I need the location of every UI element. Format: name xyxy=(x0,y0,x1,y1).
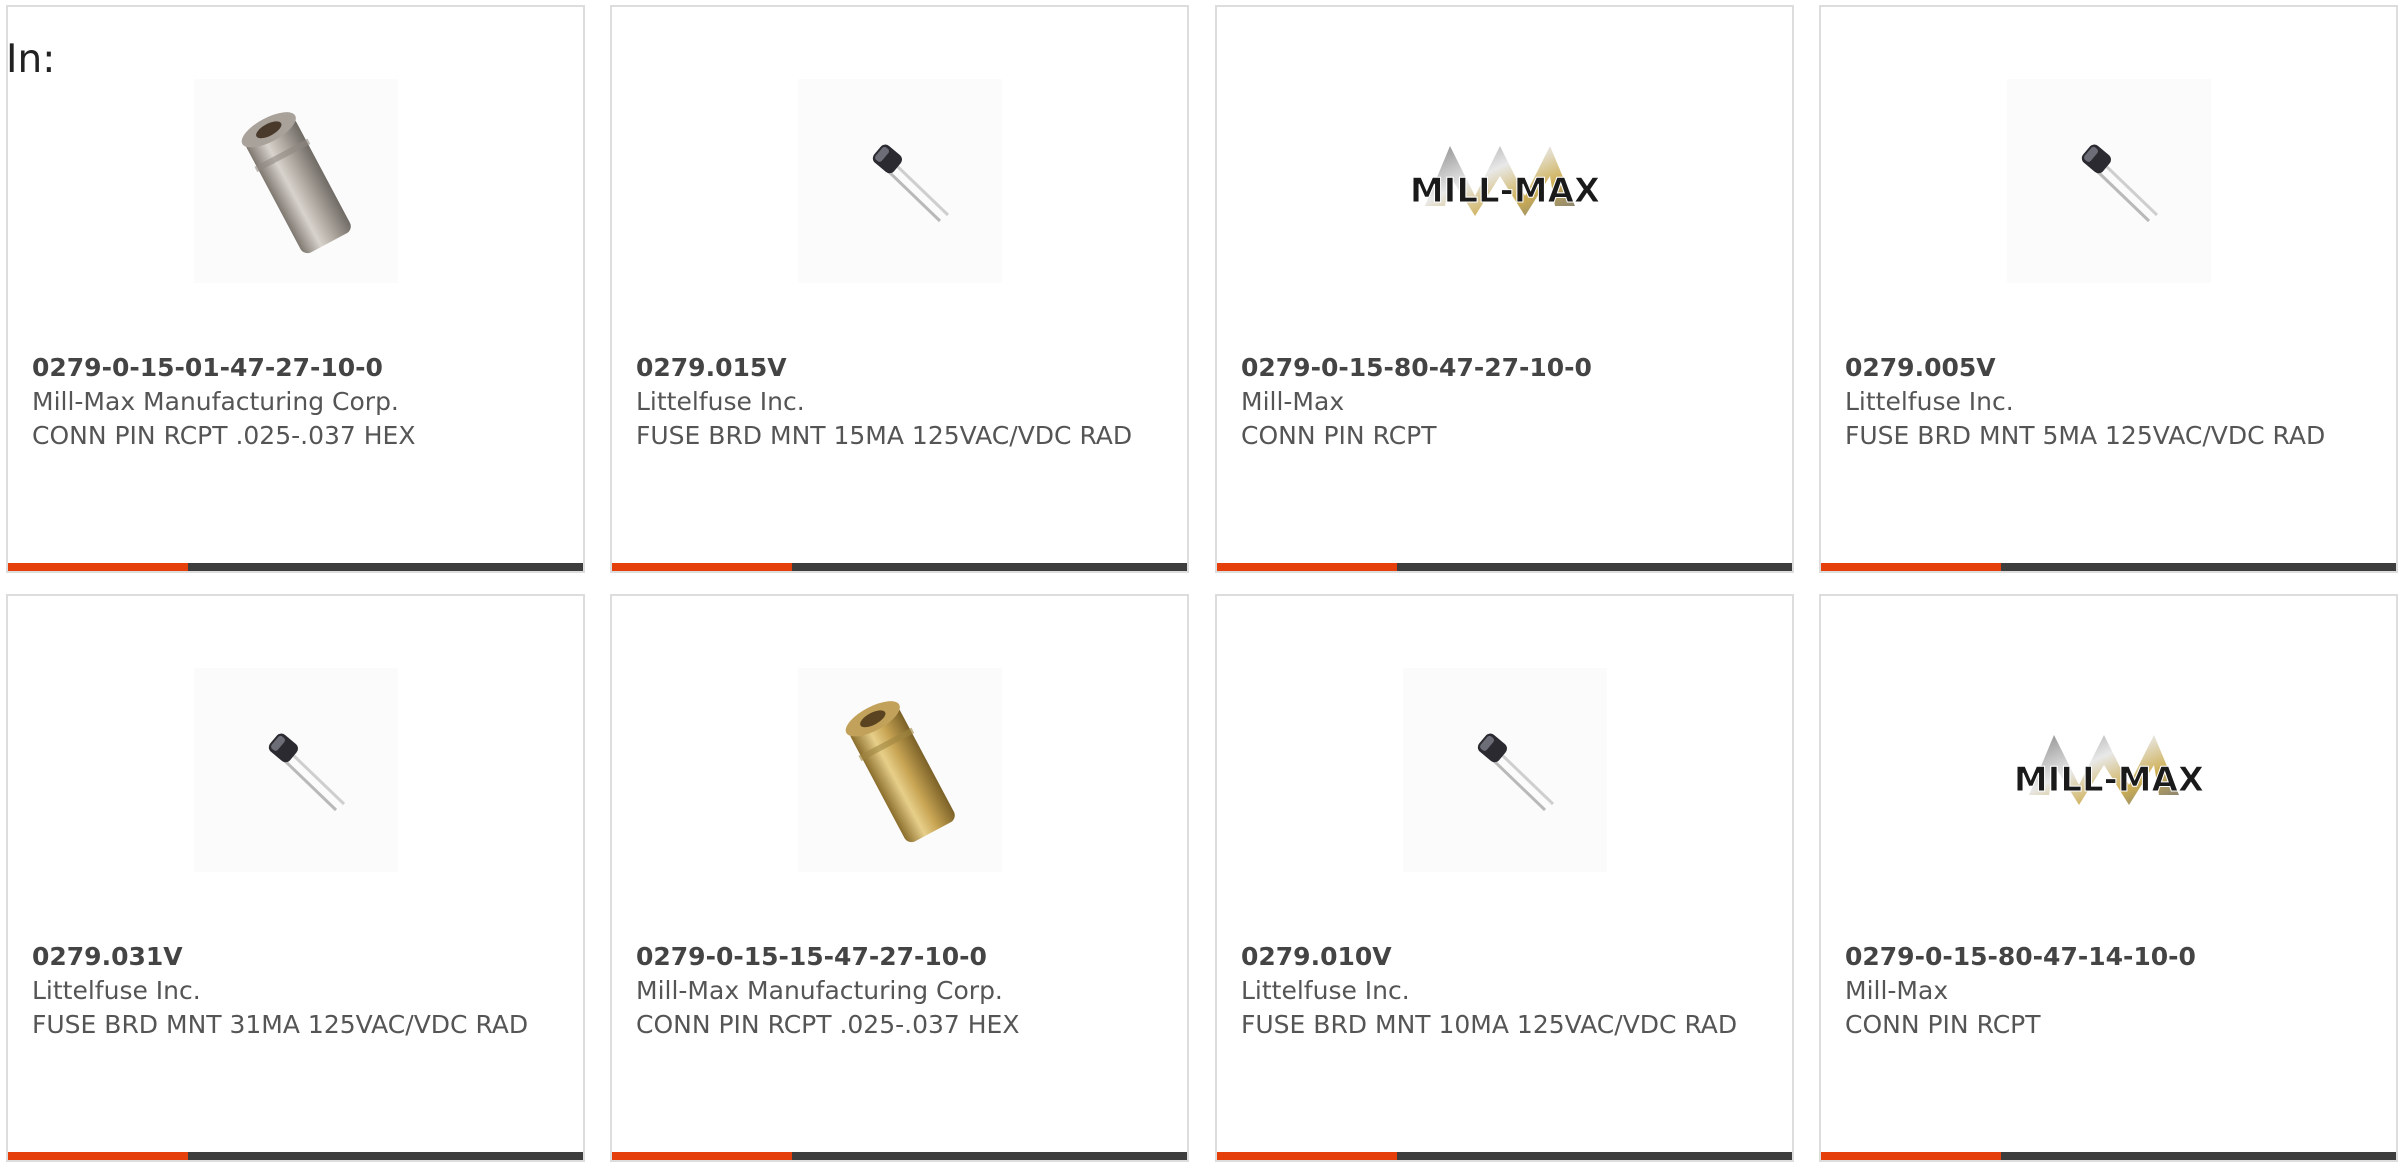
part-number[interactable]: 0279.015V xyxy=(636,351,1163,385)
radial-fuse-icon xyxy=(1477,733,1554,812)
product-grid: 0279-0-15-01-47-27-10-0 Mill-Max Manufac… xyxy=(0,0,2400,1163)
card-accent xyxy=(1217,563,1397,571)
product-card[interactable]: 0279.005V Littelfuse Inc. FUSE BRD MNT 5… xyxy=(1819,5,2398,573)
card-accent xyxy=(1821,563,2001,571)
product-image[interactable] xyxy=(2006,79,2211,283)
card-bottom-bar xyxy=(8,1152,583,1160)
description: FUSE BRD MNT 5MA 125VAC/VDC RAD xyxy=(1845,421,2326,450)
product-image[interactable] xyxy=(797,79,1002,283)
description: FUSE BRD MNT 10MA 125VAC/VDC RAD xyxy=(1241,1010,1738,1039)
manufacturer: Mill-Max xyxy=(1845,976,1949,1005)
card-bottom-bar xyxy=(612,563,1187,571)
part-number[interactable]: 0279.005V xyxy=(1845,351,2372,385)
product-info: 0279.010V Littelfuse Inc. FUSE BRD MNT 1… xyxy=(1241,940,1768,1042)
part-number[interactable]: 0279-0-15-80-47-27-10-0 xyxy=(1241,351,1768,385)
mill-max-logo-icon: MILL-MAX xyxy=(2013,735,2204,805)
product-info: 0279.031V Littelfuse Inc. FUSE BRD MNT 3… xyxy=(32,940,559,1042)
product-image[interactable]: MILL-MAX xyxy=(1402,79,1607,283)
part-number[interactable]: 0279-0-15-01-47-27-10-0 xyxy=(32,351,559,385)
card-accent xyxy=(8,1152,188,1160)
product-image[interactable] xyxy=(193,79,398,283)
part-number[interactable]: 0279.010V xyxy=(1241,940,1768,974)
product-card[interactable]: 0279-0-15-01-47-27-10-0 Mill-Max Manufac… xyxy=(6,5,585,573)
product-info: 0279.015V Littelfuse Inc. FUSE BRD MNT 1… xyxy=(636,351,1163,453)
manufacturer: Mill-Max Manufacturing Corp. xyxy=(636,976,1003,1005)
product-card[interactable]: 0279.031V Littelfuse Inc. FUSE BRD MNT 3… xyxy=(6,594,585,1162)
manufacturer: Littelfuse Inc. xyxy=(1241,976,1410,1005)
product-info: 0279-0-15-15-47-27-10-0 Mill-Max Manufac… xyxy=(636,940,1163,1042)
svg-text:MILL-MAX: MILL-MAX xyxy=(1409,171,1599,211)
in-label: In: xyxy=(6,37,56,82)
product-info: 0279-0-15-80-47-14-10-0 Mill-Max CONN PI… xyxy=(1845,940,2372,1042)
product-card[interactable]: MILL-MAX 0279-0-15-80-47-27-10-0 Mill-Ma… xyxy=(1215,5,1794,573)
description: CONN PIN RCPT xyxy=(1845,1010,2041,1039)
part-number[interactable]: 0279-0-15-15-47-27-10-0 xyxy=(636,940,1163,974)
part-number[interactable]: 0279.031V xyxy=(32,940,559,974)
manufacturer: Littelfuse Inc. xyxy=(32,976,201,1005)
card-bottom-bar xyxy=(8,563,583,571)
radial-fuse-icon xyxy=(268,733,345,812)
description: CONN PIN RCPT .025-.037 HEX xyxy=(636,1010,1020,1039)
card-bottom-bar xyxy=(1821,1152,2396,1160)
product-info: 0279-0-15-01-47-27-10-0 Mill-Max Manufac… xyxy=(32,351,559,453)
product-image[interactable] xyxy=(797,668,1002,872)
mill-max-logo-icon: MILL-MAX xyxy=(1409,146,1600,216)
product-info: 0279.005V Littelfuse Inc. FUSE BRD MNT 5… xyxy=(1845,351,2372,453)
gold-pin-receptacle-icon xyxy=(845,701,955,843)
card-accent xyxy=(8,563,188,571)
part-number[interactable]: 0279-0-15-80-47-14-10-0 xyxy=(1845,940,2372,974)
card-accent xyxy=(1217,1152,1397,1160)
card-accent xyxy=(1821,1152,2001,1160)
radial-fuse-icon xyxy=(2081,144,2158,223)
product-image[interactable]: MILL-MAX xyxy=(2006,668,2211,872)
card-bottom-bar xyxy=(1821,563,2396,571)
product-card[interactable]: 0279-0-15-15-47-27-10-0 Mill-Max Manufac… xyxy=(610,594,1189,1162)
silver-pin-receptacle-icon xyxy=(241,112,351,254)
svg-text:MILL-MAX: MILL-MAX xyxy=(2013,760,2203,800)
manufacturer: Mill-Max Manufacturing Corp. xyxy=(32,387,399,416)
card-bottom-bar xyxy=(1217,563,1792,571)
product-info: 0279-0-15-80-47-27-10-0 Mill-Max CONN PI… xyxy=(1241,351,1768,453)
description: CONN PIN RCPT .025-.037 HEX xyxy=(32,421,416,450)
card-accent xyxy=(612,1152,792,1160)
product-image[interactable] xyxy=(1402,668,1607,872)
product-card[interactable]: 0279.010V Littelfuse Inc. FUSE BRD MNT 1… xyxy=(1215,594,1794,1162)
description: FUSE BRD MNT 15MA 125VAC/VDC RAD xyxy=(636,421,1133,450)
manufacturer: Littelfuse Inc. xyxy=(636,387,805,416)
product-card[interactable]: 0279.015V Littelfuse Inc. FUSE BRD MNT 1… xyxy=(610,5,1189,573)
description: CONN PIN RCPT xyxy=(1241,421,1437,450)
radial-fuse-icon xyxy=(872,144,949,223)
description: FUSE BRD MNT 31MA 125VAC/VDC RAD xyxy=(32,1010,529,1039)
manufacturer: Littelfuse Inc. xyxy=(1845,387,2014,416)
manufacturer: Mill-Max xyxy=(1241,387,1345,416)
card-bottom-bar xyxy=(1217,1152,1792,1160)
card-bottom-bar xyxy=(612,1152,1187,1160)
product-image[interactable] xyxy=(193,668,398,872)
product-card[interactable]: MILL-MAX 0279-0-15-80-47-14-10-0 Mill-Ma… xyxy=(1819,594,2398,1162)
card-accent xyxy=(612,563,792,571)
